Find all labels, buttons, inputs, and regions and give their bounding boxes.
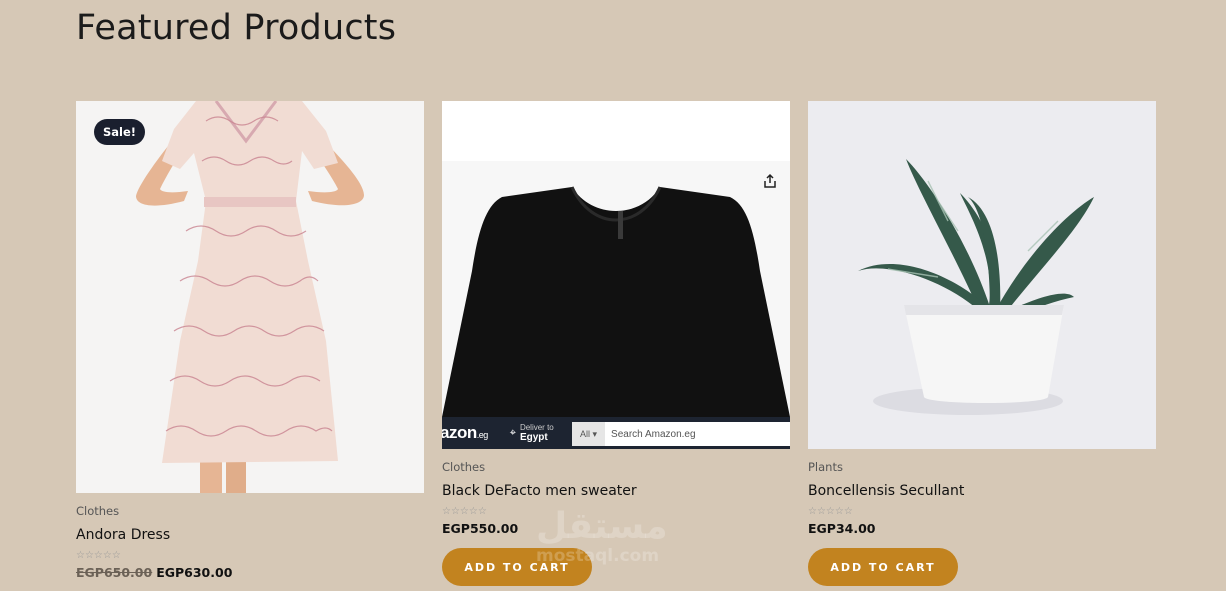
- section-title: Featured Products: [76, 8, 397, 48]
- plant-image: [808, 101, 1156, 449]
- add-to-cart-button[interactable]: ADD TO CART: [808, 548, 958, 586]
- old-price: EGP650.00: [76, 565, 153, 580]
- dress-image: [76, 101, 424, 493]
- location-pin-icon: ⌖: [509, 426, 516, 439]
- sale-price: EGP630.00: [156, 565, 233, 580]
- product-title[interactable]: Boncellensis Secullant: [808, 483, 1156, 499]
- product-category[interactable]: Clothes: [442, 460, 790, 474]
- product-image-link[interactable]: [808, 101, 1156, 449]
- product-card-andora-dress: Sale! Clothes Andora Dress ☆☆☆☆☆ EGP650.…: [76, 101, 424, 580]
- amazon-search-box: All ▾ Search Amazon.eg: [572, 422, 790, 446]
- product-price: EGP34.00: [808, 521, 876, 536]
- sweater-image: [442, 101, 790, 449]
- star-rating: ☆☆☆☆☆: [442, 506, 790, 517]
- product-card-black-sweater: azon.eg ⌖ Deliver to Egypt All ▾ Search …: [442, 101, 790, 586]
- star-rating: ☆☆☆☆☆: [808, 506, 1156, 517]
- star-rating-icons: ☆☆☆☆☆: [76, 550, 121, 561]
- star-rating: ☆☆☆☆☆: [76, 550, 424, 561]
- amazon-all-dropdown: All ▾: [572, 422, 606, 446]
- product-title[interactable]: Black DeFacto men sweater: [442, 483, 790, 499]
- sale-badge: Sale!: [94, 119, 146, 145]
- product-price: EGP550.00: [442, 521, 519, 536]
- amazon-search-placeholder: Search Amazon.eg: [611, 428, 696, 440]
- product-title[interactable]: Andora Dress: [76, 527, 424, 543]
- product-image-link[interactable]: azon.eg ⌖ Deliver to Egypt All ▾ Search …: [442, 101, 790, 449]
- deliver-to-location: ⌖ Deliver to Egypt: [510, 423, 554, 443]
- product-category[interactable]: Clothes: [76, 504, 424, 518]
- amazon-logo: azon.eg: [442, 423, 488, 442]
- deliver-line-2: Egypt: [519, 432, 548, 443]
- star-rating-icons: ☆☆☆☆☆: [808, 506, 853, 517]
- product-image-link[interactable]: Sale!: [76, 101, 424, 493]
- product-category[interactable]: Plants: [808, 460, 1156, 474]
- amazon-header-bar: azon.eg ⌖ Deliver to Egypt All ▾ Search …: [442, 417, 790, 449]
- add-to-cart-button[interactable]: ADD TO CART: [442, 548, 592, 586]
- star-rating-icons: ☆☆☆☆☆: [442, 506, 487, 517]
- product-card-boncellensis: Plants Boncellensis Secullant ☆☆☆☆☆ EGP3…: [808, 101, 1156, 586]
- share-icon[interactable]: [762, 173, 778, 189]
- product-price: EGP650.00 EGP630.00: [76, 565, 424, 580]
